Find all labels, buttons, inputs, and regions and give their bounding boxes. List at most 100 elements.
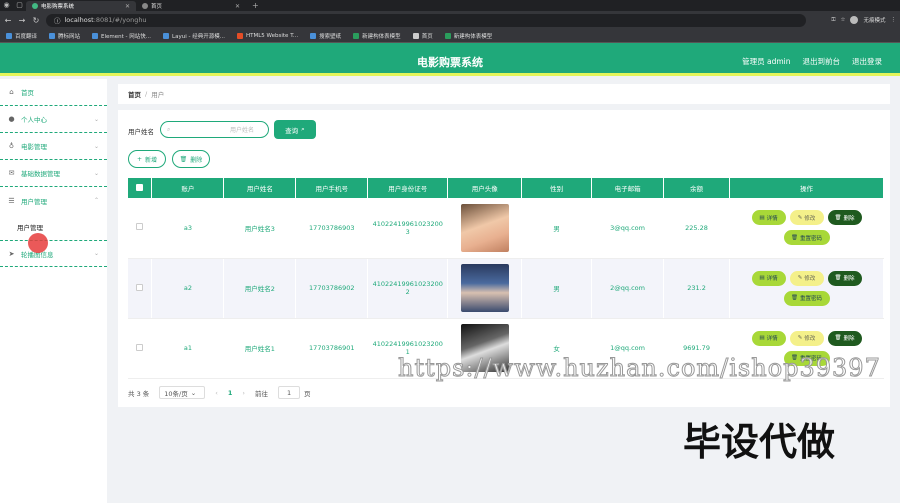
bookmark-icon — [236, 32, 243, 39]
bookmark-item[interactable]: 新建构体表模型 — [353, 32, 401, 40]
breadcrumb-home[interactable]: 首页 — [128, 89, 141, 99]
logout-link[interactable]: 退出登录 — [852, 56, 882, 67]
add-button[interactable]: + 新增 — [128, 150, 166, 168]
bookmark-item[interactable]: Element - 网站快... — [92, 32, 151, 40]
column-header: 电子邮箱 — [591, 178, 665, 198]
delete-button[interactable]: 🗑 删除 — [172, 150, 210, 168]
edit-button[interactable]: ✎ 修改 — [789, 330, 824, 346]
prev-page-icon[interactable]: ‹ — [215, 389, 218, 397]
sidebar-item-profile[interactable]: ● 个人中心 ⌄ — [0, 106, 107, 133]
star-icon[interactable]: ☆ — [841, 17, 846, 23]
avatar — [460, 264, 509, 312]
column-header: 用户头像 — [447, 178, 523, 198]
name-cell: 用户姓名2 — [223, 258, 297, 319]
row-checkbox[interactable] — [136, 343, 144, 351]
forward-icon[interactable]: → — [18, 16, 26, 25]
sidebar-item-movies[interactable]: ♁ 电影管理 ⌄ — [0, 133, 107, 160]
send-icon: ➤ — [8, 249, 15, 258]
user-table: 账户 用户姓名 用户手机号 用户身份证号 用户头像 性别 电子邮箱 余额 操作 … — [128, 178, 884, 379]
sidebar-item-base-data[interactable]: ✉ 基础数据管理 ⌄ — [0, 160, 107, 187]
browser-tab-2[interactable]: 首页 ✕ — [136, 1, 246, 11]
key-icon: ⚿ — [831, 16, 836, 23]
profile-label: 无痕模式 — [863, 18, 886, 24]
goto-page-input[interactable]: 1 — [278, 386, 301, 399]
row-checkbox[interactable] — [136, 283, 144, 291]
balance-cell: 225.28 — [663, 198, 730, 259]
detail-icon: ▤ — [759, 335, 765, 341]
tab-title: 首页 — [151, 4, 163, 10]
chevron-down-icon: ⌄ — [190, 388, 197, 397]
bookmark-item[interactable]: Layui - 经典开源模... — [163, 32, 225, 40]
bookmark-icon — [353, 32, 360, 39]
query-button[interactable]: 查询 ⌕ — [274, 120, 316, 139]
edit-button[interactable]: ✎ 修改 — [789, 270, 824, 286]
bulb-icon: ♁ — [8, 142, 15, 150]
account-cell: a3 — [151, 198, 225, 259]
account-cell: a2 — [151, 258, 225, 319]
chevron-down-icon: ⌄ — [93, 142, 99, 150]
browser-tab-1[interactable]: 电影购票系统 ✕ — [26, 1, 136, 11]
detail-button[interactable]: ▤ 详情 — [751, 270, 786, 286]
chevron-down-icon: ⌄ — [93, 250, 99, 257]
edit-button[interactable]: ✎ 修改 — [789, 210, 824, 226]
tab-title: 电影购票系统 — [41, 4, 75, 10]
bookmark-icon — [310, 32, 317, 39]
avatar-cell — [447, 258, 523, 319]
tab-search-icon[interactable]: ▢ — [13, 0, 26, 11]
bookmark-item[interactable]: HTML5 Website T... — [236, 32, 298, 39]
detail-button[interactable]: ▤ 详情 — [751, 210, 786, 226]
reload-icon[interactable]: ↻ — [32, 16, 40, 25]
name-cell: 用户姓名3 — [223, 198, 297, 259]
page-number[interactable]: 1 — [228, 389, 233, 397]
column-header: 账户 — [151, 178, 225, 198]
bookmark-item[interactable]: 首页 — [412, 32, 433, 40]
close-tab-icon[interactable]: ✕ — [125, 3, 130, 10]
sidebar-subitem-users[interactable]: 用户管理 — [0, 214, 107, 240]
search-input[interactable]: ⌕ 用户姓名 — [160, 121, 269, 138]
bookmark-icon — [92, 32, 99, 39]
detail-button[interactable]: ▤ 详情 — [751, 330, 786, 346]
bookmarks-bar: 百度翻译 腾标网站 Element - 网站快... Layui - 经典开源模… — [0, 29, 900, 43]
bookmark-item[interactable]: 百度翻译 — [6, 32, 37, 40]
url-input[interactable]: ⓘ localhost:8081/#/yonghu — [46, 13, 806, 27]
row-select-cell — [128, 318, 153, 379]
home-icon: ⌂ — [9, 88, 14, 96]
column-header: 性别 — [521, 178, 593, 198]
user-icon: ● — [8, 115, 15, 123]
sidebar-item-home[interactable]: ⌂ 首页 — [0, 79, 107, 106]
bookmark-item[interactable]: 新建构体表模型 — [444, 32, 492, 40]
delete-row-button[interactable]: 🗑 删除 — [827, 330, 862, 346]
overlay-caption: 毕设代做 — [683, 420, 836, 464]
delete-row-button[interactable]: 🗑 删除 — [827, 210, 862, 226]
trash-icon: 🗑 — [834, 335, 842, 341]
close-tab-icon[interactable]: ✕ — [235, 3, 240, 10]
next-page-icon[interactable]: › — [242, 389, 245, 397]
sidebar-item-carousel[interactable]: ➤ 轮播图信息 ⌄ — [0, 240, 107, 267]
phone-cell: 17703786901 — [295, 318, 369, 379]
bookmark-item[interactable]: 腾标网站 — [49, 32, 80, 40]
trash-icon: 🗑 — [834, 214, 842, 221]
browser-profile[interactable]: ⚿ ☆ 无痕模式 ⋮ — [831, 16, 896, 24]
row-checkbox[interactable] — [136, 223, 144, 231]
select-all-checkbox[interactable] — [136, 183, 144, 191]
reset-password-button[interactable]: 🗑 重置密码 — [783, 230, 830, 246]
bookmark-icon — [163, 32, 170, 39]
address-bar-row: ← → ↻ ⓘ localhost:8081/#/yonghu ⚿ ☆ 无痕模式… — [0, 11, 900, 29]
mail-icon: ✉ — [8, 169, 15, 177]
page-size-select[interactable]: 10条/页 ⌄ — [159, 386, 206, 399]
edit-icon: ✎ — [797, 335, 803, 341]
chevron-down-icon: ⌄ — [93, 115, 99, 123]
new-tab-icon[interactable]: + — [246, 1, 265, 11]
bookmark-item[interactable]: 搜索壁纸 — [310, 32, 341, 40]
incognito-avatar-icon — [850, 16, 859, 24]
back-to-front-link[interactable]: 退出到前台 — [803, 56, 841, 67]
id-card-cell: 410224199610232003 — [367, 198, 449, 259]
avatar — [460, 203, 509, 252]
reset-password-button[interactable]: 🗑 重置密码 — [783, 290, 830, 306]
more-icon[interactable]: ⋮ — [891, 17, 897, 23]
browser-menu-icon[interactable]: ◉ — [0, 0, 13, 11]
delete-row-button[interactable]: 🗑 删除 — [827, 270, 862, 286]
back-icon[interactable]: ← — [4, 16, 12, 25]
sidebar-item-users[interactable]: ☰ 用户管理 ⌃ — [0, 187, 107, 214]
breadcrumb: 首页 / 用户 — [118, 84, 890, 104]
